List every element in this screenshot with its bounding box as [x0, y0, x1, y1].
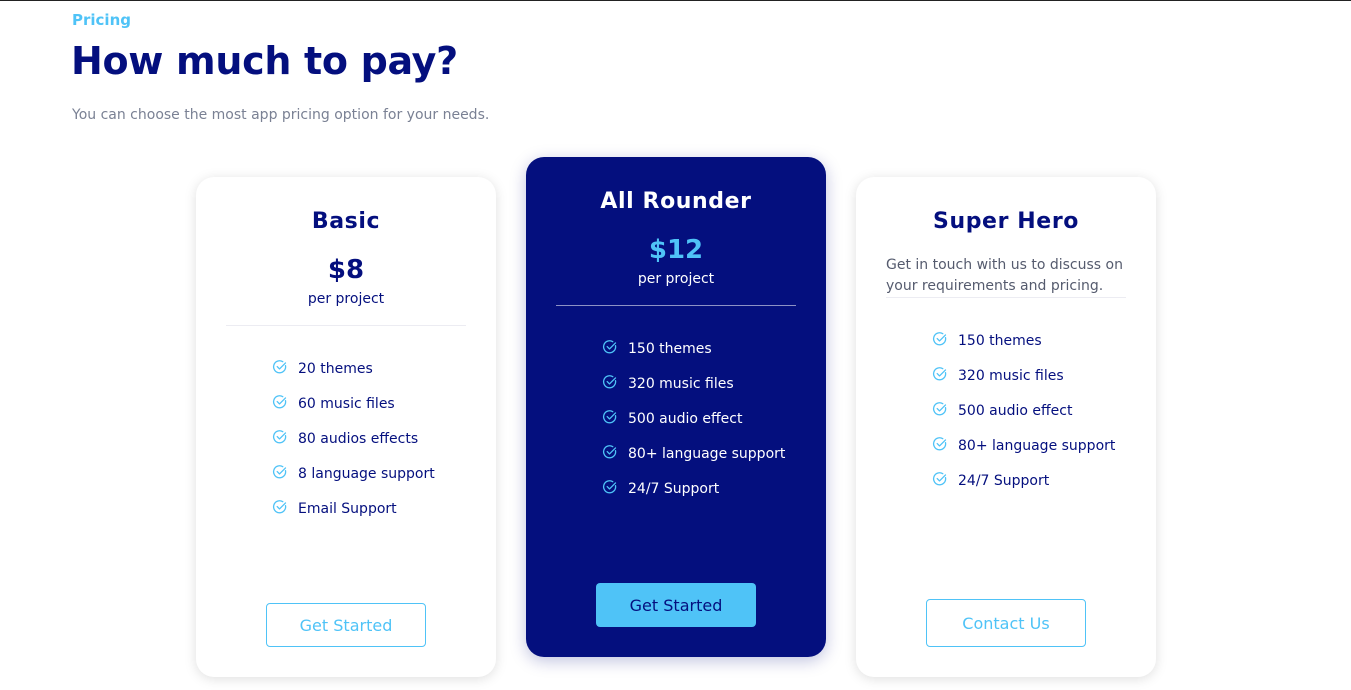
check-circle-icon: [603, 340, 617, 354]
feature-item: 20 themes: [272, 360, 435, 396]
plan-price-unit: per project: [637, 271, 715, 287]
page-title: How much to pay?: [71, 39, 458, 83]
check-circle-icon: [603, 480, 617, 494]
feature-list: 20 themes 60 music files 80 audios effec…: [272, 360, 435, 536]
feature-label: 150 themes: [628, 341, 712, 357]
divider: [886, 297, 1126, 298]
plan-price: $8: [327, 255, 365, 285]
feature-list: 150 themes 320 music files 500 audio eff…: [932, 332, 1116, 508]
check-circle-icon: [933, 437, 947, 451]
divider: [556, 305, 796, 306]
feature-label: 320 music files: [628, 376, 734, 392]
feature-label: 80+ language support: [958, 438, 1116, 454]
pricing-card-super-hero: Super Hero Get in touch with us to discu…: [856, 177, 1156, 677]
check-circle-icon: [603, 410, 617, 424]
plan-name: Super Hero: [933, 209, 1079, 234]
feature-item: 8 language support: [272, 465, 435, 501]
feature-label: 80 audios effects: [298, 431, 419, 447]
feature-item: 150 themes: [932, 332, 1115, 368]
feature-item: 80+ language support: [602, 445, 786, 481]
check-circle-icon: [273, 395, 287, 409]
section-eyebrow: Pricing: [72, 11, 131, 29]
feature-label: 8 language support: [298, 466, 435, 482]
check-circle-icon: [933, 332, 947, 346]
feature-label: 24/7 Support: [958, 473, 1050, 489]
check-circle-icon: [273, 430, 287, 444]
plan-name: All Rounder: [600, 189, 752, 214]
plan-price-unit: per project: [307, 291, 385, 307]
feature-label: 500 audio effect: [958, 403, 1073, 419]
check-circle-icon: [603, 375, 617, 389]
feature-item: 24/7 Support: [932, 472, 1115, 508]
feature-item: 24/7 Support: [602, 480, 785, 516]
feature-item: 150 themes: [602, 340, 785, 376]
section-subtitle: You can choose the most app pricing opti…: [72, 107, 490, 123]
pricing-card-all-rounder: All Rounder $12 per project 150 themes 3…: [526, 157, 826, 657]
feature-item: Email Support: [272, 500, 435, 536]
feature-label: 24/7 Support: [628, 481, 720, 497]
feature-item: 80 audios effects: [272, 430, 435, 466]
feature-label: Email Support: [298, 501, 397, 517]
check-circle-icon: [273, 500, 287, 514]
feature-item: 320 music files: [932, 367, 1115, 403]
feature-label: 20 themes: [298, 361, 373, 377]
get-started-button[interactable]: Get Started: [596, 583, 756, 627]
check-circle-icon: [933, 472, 947, 486]
feature-item: 500 audio effect: [932, 402, 1115, 438]
pricing-card-basic: Basic $8 per project 20 themes 60 music …: [196, 177, 496, 677]
feature-item: 500 audio effect: [602, 410, 785, 446]
check-circle-icon: [933, 402, 947, 416]
check-circle-icon: [933, 367, 947, 381]
feature-label: 80+ language support: [628, 446, 786, 462]
check-circle-icon: [273, 465, 287, 479]
check-circle-icon: [603, 445, 617, 459]
feature-list: 150 themes 320 music files 500 audio eff…: [602, 340, 786, 516]
plan-description: Get in touch with us to discuss on your …: [886, 257, 1123, 294]
feature-item: 80+ language support: [932, 437, 1116, 473]
feature-label: 150 themes: [958, 333, 1042, 349]
feature-item: 320 music files: [602, 375, 785, 411]
get-started-button[interactable]: Get Started: [266, 603, 426, 647]
contact-us-button[interactable]: Contact Us: [926, 599, 1086, 647]
plan-name: Basic: [311, 209, 381, 234]
feature-label: 320 music files: [958, 368, 1064, 384]
plan-price: $12: [648, 235, 704, 265]
feature-item: 60 music files: [272, 395, 435, 431]
feature-label: 60 music files: [298, 396, 395, 412]
check-circle-icon: [273, 360, 287, 374]
divider: [226, 325, 466, 326]
feature-label: 500 audio effect: [628, 411, 743, 427]
